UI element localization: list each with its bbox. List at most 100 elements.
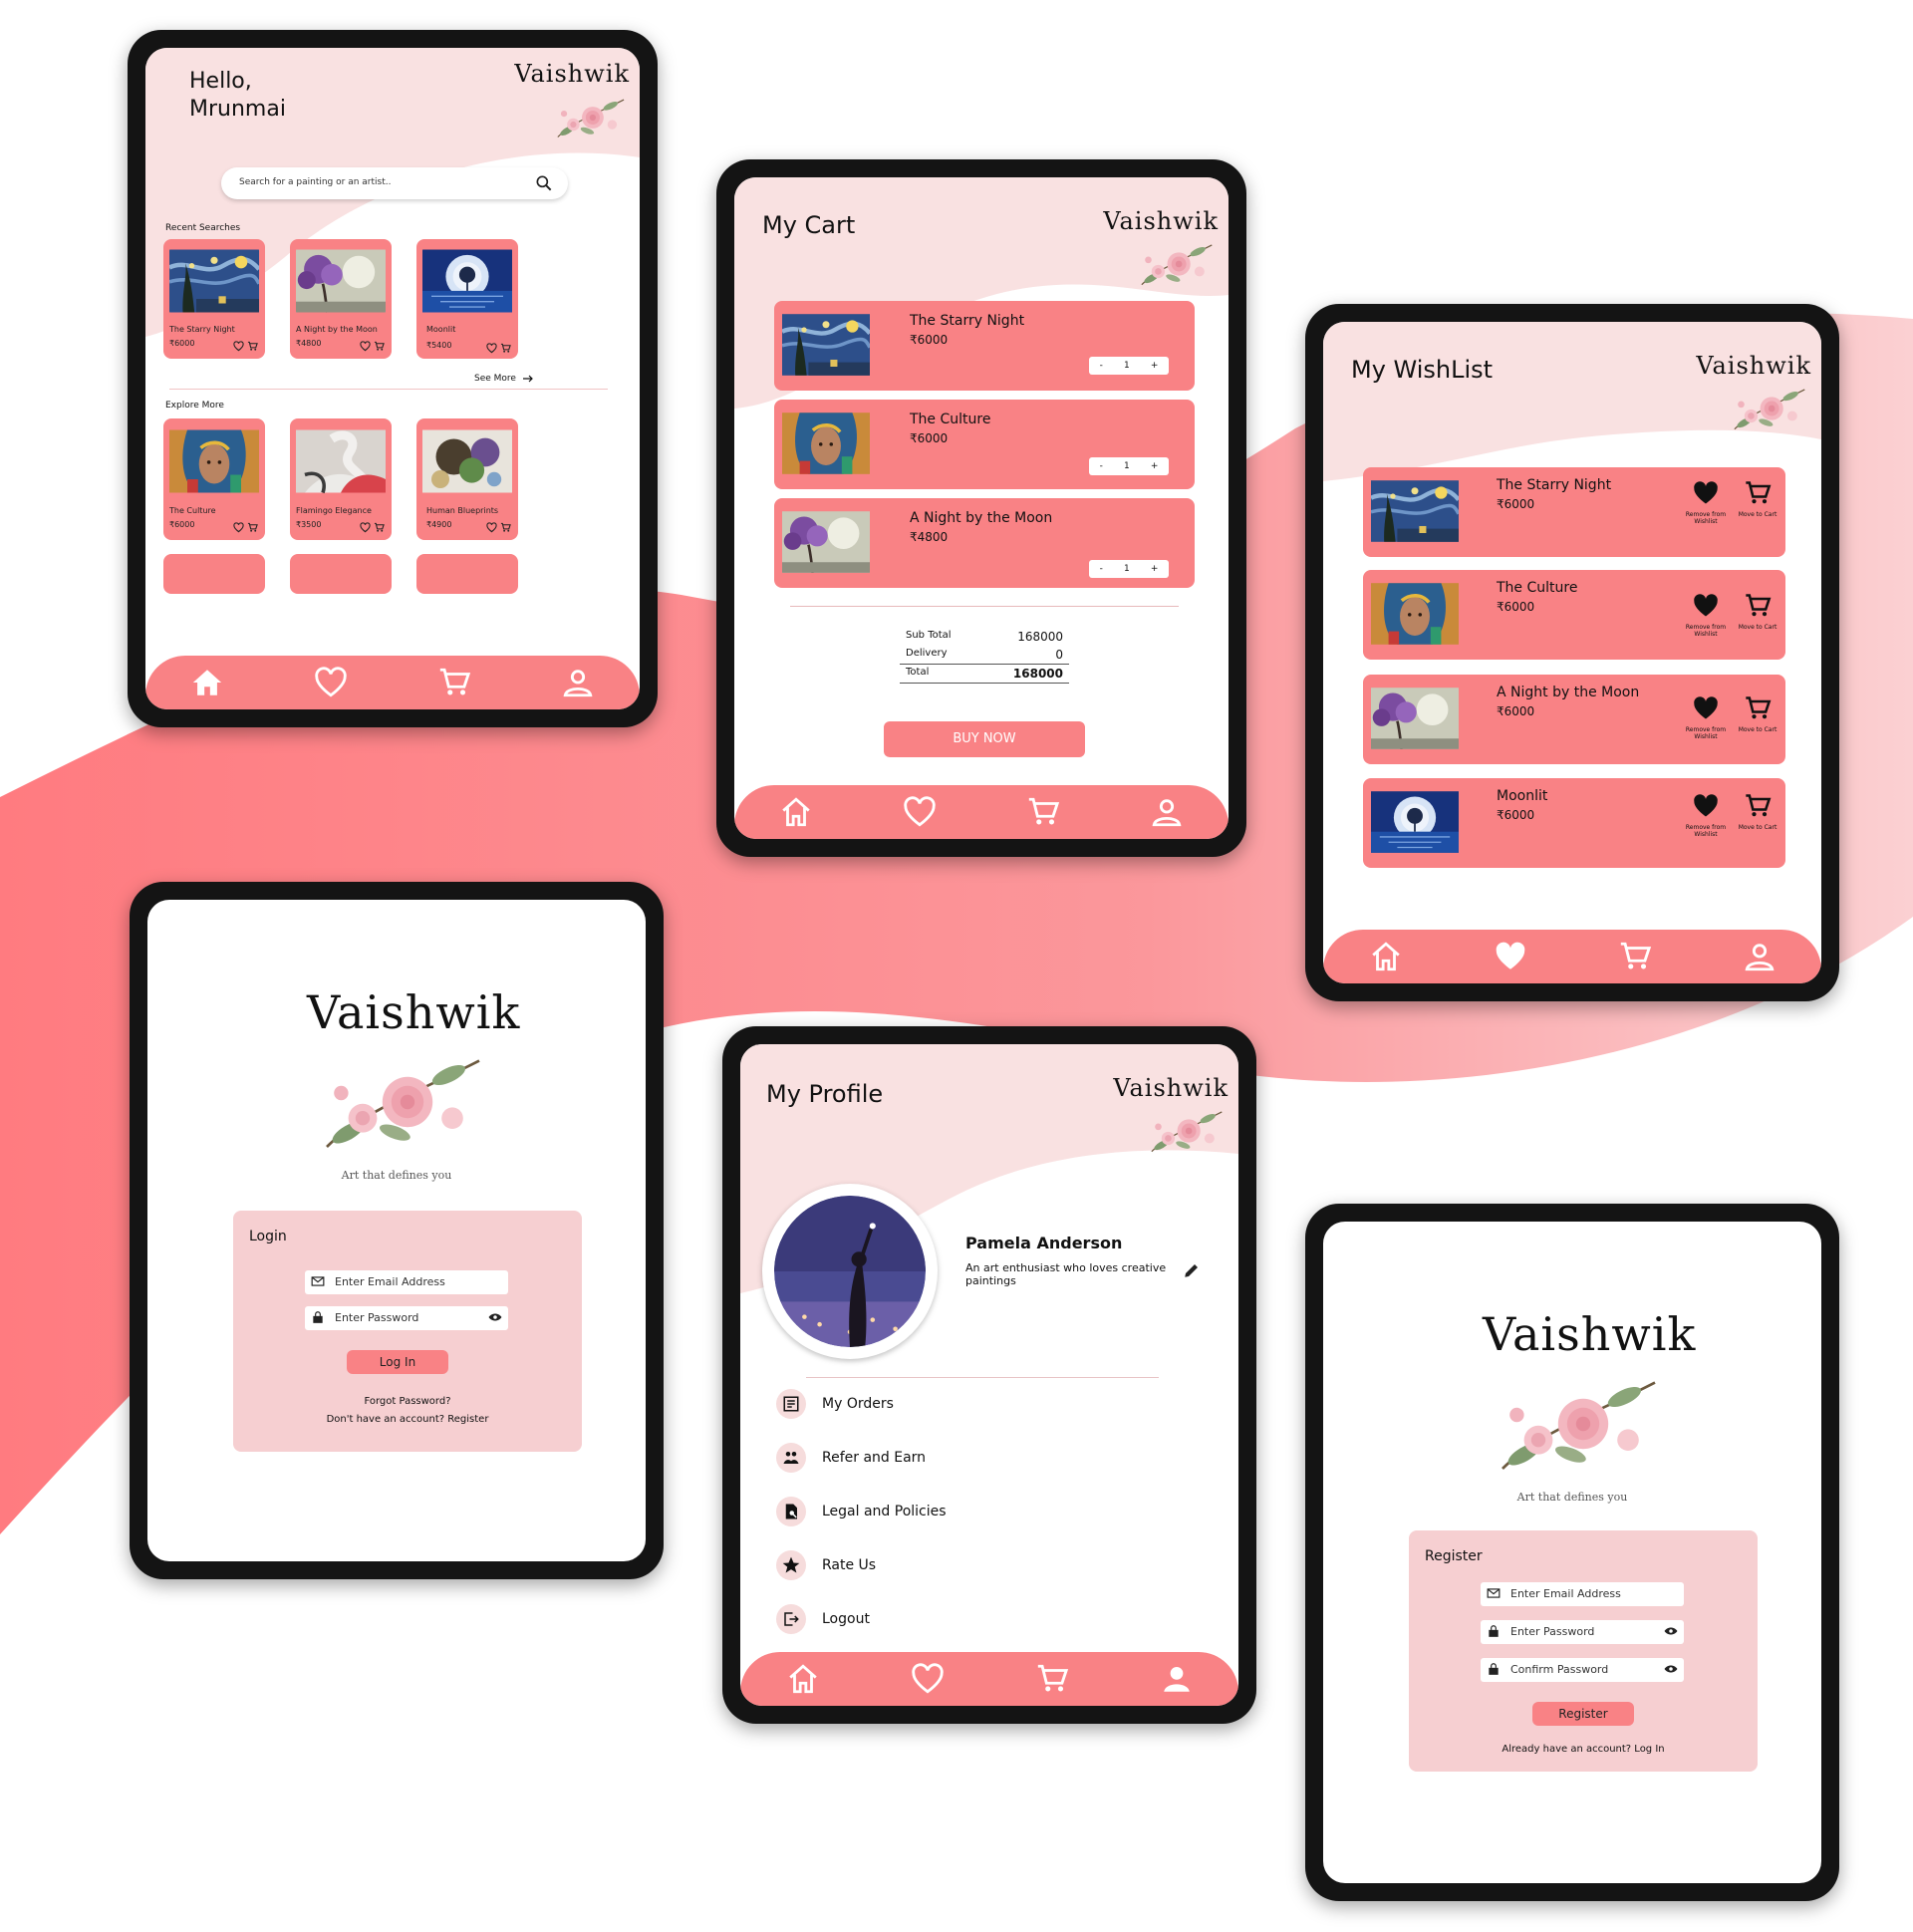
search-bar[interactable]: Search for a painting or an artist.. bbox=[221, 167, 568, 199]
remove-label: Remove from Wishlist bbox=[1685, 824, 1727, 838]
heart-icon[interactable] bbox=[1494, 940, 1527, 973]
quantity-stepper[interactable]: - 1 + bbox=[1089, 457, 1169, 475]
cart-icon[interactable] bbox=[500, 522, 511, 533]
cart-icon[interactable] bbox=[247, 341, 258, 352]
product-card[interactable]: A Night by the Moon ₹4800 bbox=[290, 239, 392, 359]
wishlist-item[interactable]: A Night by the Moon ₹6000 Remove from Wi… bbox=[1363, 675, 1785, 764]
bottom-nav bbox=[740, 1652, 1238, 1706]
home-icon[interactable] bbox=[190, 666, 224, 699]
product-card-partial[interactable] bbox=[290, 554, 392, 594]
cart-icon[interactable] bbox=[247, 522, 258, 533]
login-button[interactable]: Log In bbox=[347, 1350, 448, 1374]
heart-icon[interactable] bbox=[314, 666, 348, 699]
eye-icon[interactable] bbox=[1664, 1625, 1678, 1637]
product-title: Human Blueprints bbox=[426, 506, 499, 515]
move-to-cart-button[interactable]: Move to Cart bbox=[1738, 694, 1777, 733]
password-field[interactable]: Enter Password bbox=[1481, 1620, 1684, 1644]
product-card[interactable]: Moonlit ₹5400 bbox=[416, 239, 518, 359]
heart-filled-icon bbox=[1694, 594, 1718, 617]
increment-button[interactable]: + bbox=[1151, 361, 1159, 371]
cart-item[interactable]: The Starry Night ₹6000 - 1 + bbox=[774, 301, 1195, 391]
quantity-stepper[interactable]: - 1 + bbox=[1089, 357, 1169, 375]
wishlist-item[interactable]: Moonlit ₹6000 Remove from Wishlist Move … bbox=[1363, 778, 1785, 868]
cart-item[interactable]: The Culture ₹6000 - 1 + bbox=[774, 400, 1195, 489]
item-title: The Starry Night bbox=[1497, 477, 1612, 493]
cart-icon[interactable] bbox=[1035, 1662, 1069, 1696]
wishlist-item[interactable]: The Starry Night ₹6000 Remove from Wishl… bbox=[1363, 467, 1785, 557]
rose-illustration bbox=[1485, 1361, 1664, 1487]
profile-icon[interactable] bbox=[1743, 940, 1776, 973]
profile-icon[interactable] bbox=[1150, 795, 1184, 829]
edit-icon[interactable] bbox=[1183, 1261, 1201, 1279]
password-field[interactable]: Enter Password bbox=[305, 1306, 508, 1330]
rose-illustration bbox=[309, 1039, 488, 1165]
decrement-button[interactable]: - bbox=[1100, 461, 1103, 471]
home-tablet: Hello, Mrunmai Vaishwik Search for a pai… bbox=[128, 30, 658, 727]
greeting-name: Mrunmai bbox=[189, 97, 286, 122]
menu-item-logout[interactable]: Logout bbox=[776, 1604, 870, 1634]
product-card[interactable]: Flamingo Elegance ₹3500 bbox=[290, 418, 392, 540]
eye-icon[interactable] bbox=[1664, 1663, 1678, 1675]
home-icon[interactable] bbox=[786, 1662, 820, 1696]
remove-from-wishlist-button[interactable]: Remove from Wishlist bbox=[1678, 694, 1734, 740]
profile-icon[interactable] bbox=[1160, 1662, 1194, 1696]
remove-from-wishlist-button[interactable]: Remove from Wishlist bbox=[1678, 479, 1734, 525]
search-icon[interactable] bbox=[534, 173, 554, 193]
register-link[interactable]: Don't have an account? Register bbox=[233, 1414, 582, 1425]
total-value: 168000 bbox=[1012, 667, 1063, 681]
forgot-password-link[interactable]: Forgot Password? bbox=[233, 1396, 582, 1407]
see-more-link[interactable]: See More bbox=[474, 373, 536, 385]
wishlist-item[interactable]: The Culture ₹6000 Remove from Wishlist M… bbox=[1363, 570, 1785, 660]
login-link[interactable]: Already have an account? Log In bbox=[1409, 1744, 1758, 1755]
move-to-cart-button[interactable]: Move to Cart bbox=[1738, 479, 1777, 518]
cart-icon[interactable] bbox=[374, 341, 385, 352]
email-field[interactable]: Enter Email Address bbox=[305, 1270, 508, 1294]
menu-item-rate-us[interactable]: Rate Us bbox=[776, 1550, 876, 1580]
heart-icon[interactable] bbox=[360, 522, 371, 533]
move-to-cart-button[interactable]: Move to Cart bbox=[1738, 792, 1777, 831]
product-card-partial[interactable] bbox=[416, 554, 518, 594]
login-screen: Vaishwik Art that defines you Login Ente… bbox=[147, 900, 646, 1561]
cart-icon[interactable] bbox=[500, 343, 511, 354]
remove-from-wishlist-button[interactable]: Remove from Wishlist bbox=[1678, 792, 1734, 838]
product-card[interactable]: Human Blueprints ₹4900 bbox=[416, 418, 518, 540]
confirm-password-field[interactable]: Confirm Password bbox=[1481, 1658, 1684, 1682]
heart-icon[interactable] bbox=[233, 522, 244, 533]
avatar[interactable] bbox=[762, 1184, 938, 1359]
profile-icon[interactable] bbox=[561, 666, 595, 699]
heart-icon[interactable] bbox=[360, 341, 371, 352]
cart-icon[interactable] bbox=[1026, 795, 1060, 829]
heart-icon[interactable] bbox=[911, 1662, 945, 1696]
menu-item-refer-and-earn[interactable]: Refer and Earn bbox=[776, 1443, 926, 1473]
cart-item[interactable]: A Night by the Moon ₹4800 - 1 + bbox=[774, 498, 1195, 588]
move-to-cart-button[interactable]: Move to Cart bbox=[1738, 592, 1777, 631]
register-button[interactable]: Register bbox=[1532, 1702, 1634, 1726]
product-card[interactable]: The Starry Night ₹6000 bbox=[163, 239, 265, 359]
home-icon[interactable] bbox=[779, 795, 813, 829]
heart-icon[interactable] bbox=[233, 341, 244, 352]
heart-icon[interactable] bbox=[486, 343, 497, 354]
search-input[interactable]: Search for a painting or an artist.. bbox=[239, 177, 391, 187]
cart-icon[interactable] bbox=[374, 522, 385, 533]
increment-button[interactable]: + bbox=[1151, 461, 1159, 471]
decrement-button[interactable]: - bbox=[1100, 361, 1103, 371]
increment-button[interactable]: + bbox=[1151, 564, 1159, 574]
home-icon[interactable] bbox=[1369, 940, 1403, 973]
cart-icon[interactable] bbox=[1618, 940, 1652, 973]
remove-from-wishlist-button[interactable]: Remove from Wishlist bbox=[1678, 592, 1734, 638]
cart-icon[interactable] bbox=[437, 666, 471, 699]
menu-item-legal-and-policies[interactable]: Legal and Policies bbox=[776, 1497, 947, 1526]
menu-item-my-orders[interactable]: My Orders bbox=[776, 1389, 894, 1419]
mail-icon bbox=[1487, 1588, 1501, 1598]
heart-icon[interactable] bbox=[903, 795, 937, 829]
heart-icon[interactable] bbox=[486, 522, 497, 533]
eye-icon[interactable] bbox=[488, 1311, 502, 1323]
heart-filled-icon bbox=[1694, 481, 1718, 504]
quantity-stepper[interactable]: - 1 + bbox=[1089, 560, 1169, 578]
product-card[interactable]: The Culture ₹6000 bbox=[163, 418, 265, 540]
buy-now-button[interactable]: BUY NOW bbox=[884, 721, 1085, 757]
heart-filled-icon bbox=[1694, 696, 1718, 719]
decrement-button[interactable]: - bbox=[1100, 564, 1103, 574]
product-card-partial[interactable] bbox=[163, 554, 265, 594]
email-field[interactable]: Enter Email Address bbox=[1481, 1582, 1684, 1606]
